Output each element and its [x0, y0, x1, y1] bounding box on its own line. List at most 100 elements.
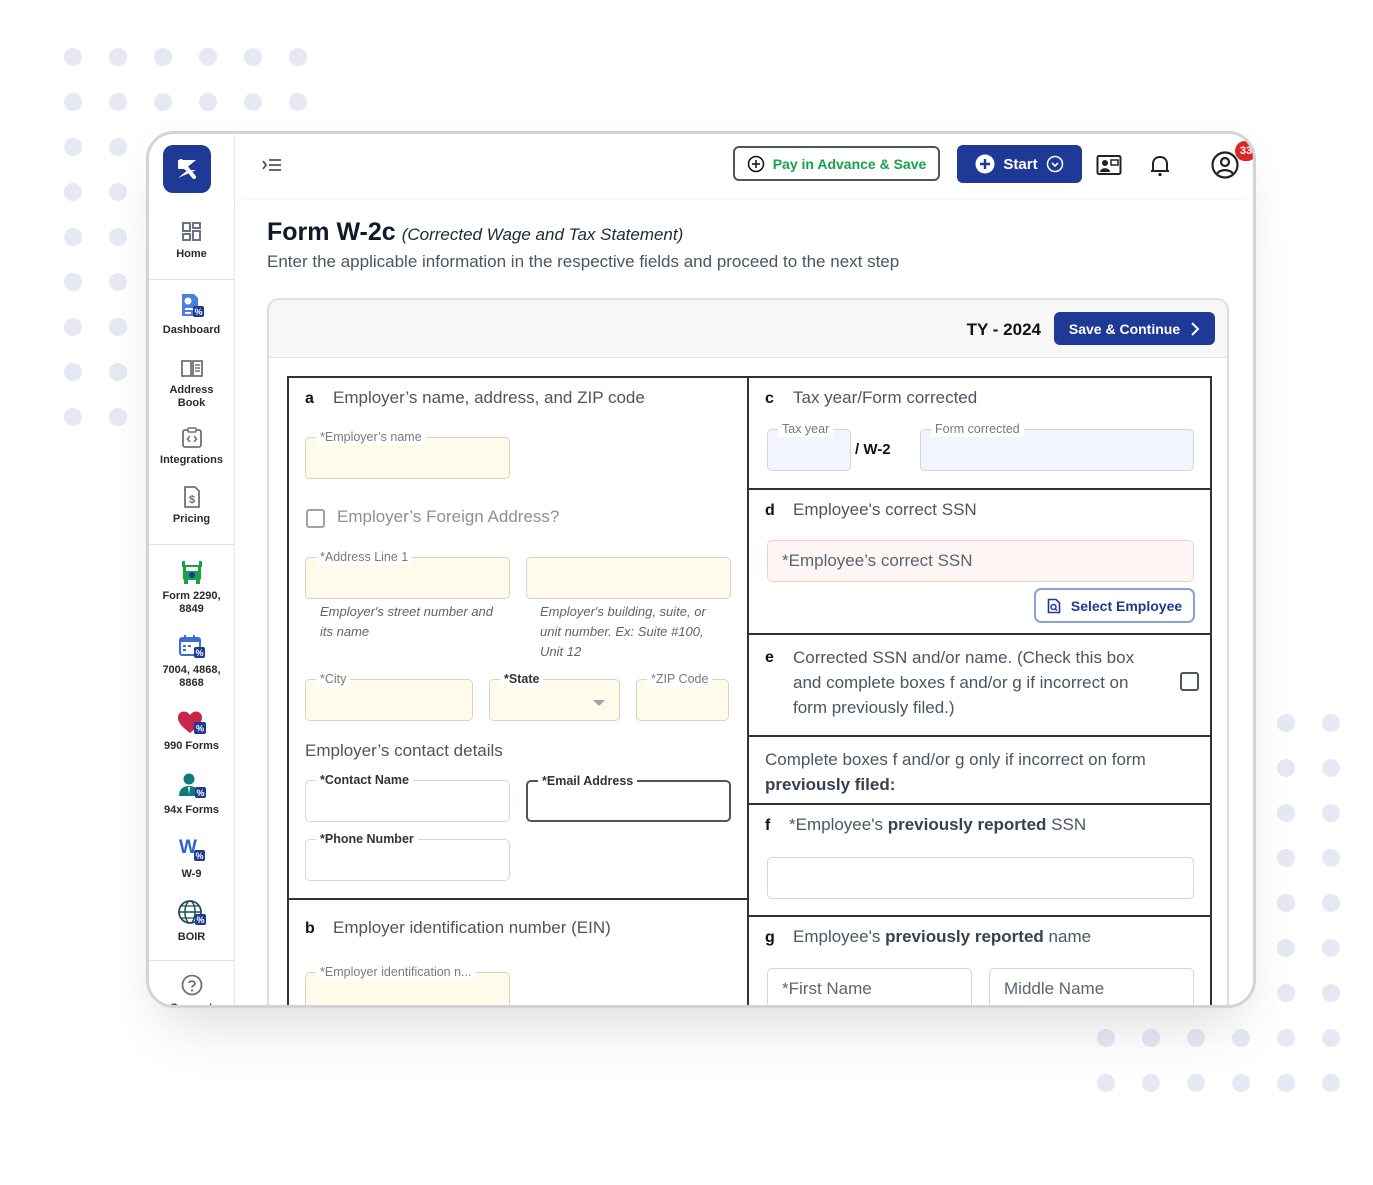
section-a-heading: a Employer’s name, address, and ZIP code: [305, 388, 645, 408]
previously-filed-note: Complete boxes f and/or g only if incorr…: [749, 737, 1210, 805]
section-letter: c: [765, 390, 774, 407]
sidebar-item-990-forms[interactable]: % 990 Forms: [149, 710, 234, 753]
field-label: *State: [500, 671, 544, 687]
start-label: Start: [1003, 155, 1038, 173]
decorative-dot: [1277, 894, 1295, 912]
decorative-dot: [1322, 804, 1340, 822]
foreign-address-label: Employer’s Foreign Address?: [337, 507, 560, 526]
decorative-dot: [1277, 849, 1295, 867]
foreign-address-checkbox[interactable]: [306, 509, 325, 528]
form-corrected-field[interactable]: Form corrected: [920, 421, 1194, 471]
sidebar-divider: [149, 279, 234, 280]
section-g: g Employee's previously reported name *Fi…: [749, 917, 1210, 1005]
tax-year-label: TY - 2024: [966, 320, 1041, 339]
profile-button[interactable]: [1211, 151, 1239, 179]
section-b: b Employer identification number (EIN) *E…: [289, 900, 747, 1005]
sidebar-item-address-book[interactable]: Address Book: [149, 356, 234, 410]
sidebar-item-dashboard[interactable]: % Dashboard: [149, 292, 234, 337]
decorative-dot: [1322, 759, 1340, 777]
chevron-down-circle-icon: [1046, 155, 1063, 173]
select-employee-button[interactable]: Select Employee: [1034, 588, 1195, 623]
contact-details-heading: Employer’s contact details: [305, 741, 503, 760]
section-title-suffix: name: [1048, 927, 1092, 946]
sidebar-item-form-2290[interactable]: Form 2290, 8849: [149, 558, 234, 616]
address-line-2-field[interactable]: [526, 557, 731, 599]
field-label: *Employer identification n...: [316, 964, 476, 980]
notifications-button[interactable]: [1146, 151, 1174, 179]
sidebar-item-94x-forms[interactable]: % 94x Forms: [149, 772, 234, 817]
decorative-dot: [154, 48, 172, 66]
corrected-ssn-name-checkbox[interactable]: [1180, 672, 1199, 691]
sidebar-item-w9[interactable]: W % W-9: [149, 836, 234, 881]
email-address-field[interactable]: *Email Address: [526, 773, 731, 822]
tax-year-field[interactable]: Tax year: [767, 421, 851, 471]
decorative-dot: [289, 48, 307, 66]
note-text: Complete boxes f and/or g only if incorr…: [765, 747, 1146, 797]
section-e-heading: e Corrected SSN and/or name. (Check this …: [765, 645, 1165, 721]
decorative-dot: [1277, 759, 1295, 777]
section-g-heading: g Employee's previously reported name: [765, 927, 1091, 947]
decorative-dot: [109, 138, 127, 156]
field-label: Form corrected: [931, 421, 1024, 437]
state-select[interactable]: *State: [489, 671, 620, 721]
integrations-icon: [181, 427, 202, 448]
start-button[interactable]: Start: [957, 145, 1082, 183]
contact-name-field[interactable]: *Contact Name: [305, 772, 510, 822]
help-icon: [181, 974, 202, 996]
sidebar-item-integrations[interactable]: Integrations: [149, 426, 234, 467]
app-logo[interactable]: [163, 145, 211, 193]
section-title: Corrected SSN and/or name. (Check this b…: [793, 648, 1135, 717]
chevron-right-icon: [1191, 321, 1200, 336]
field-label: *Employer’s name: [316, 429, 426, 445]
employer-name-field[interactable]: *Employer’s name: [305, 429, 510, 479]
decorative-dot: [64, 183, 82, 201]
field-placeholder: Middle Name: [1004, 979, 1105, 998]
sidebar-item-label: Support: [170, 1002, 213, 1008]
section-title: Employer’s name, address, and ZIP code: [333, 388, 645, 407]
form-title-subtitle: (Corrected Wage and Tax Statement): [401, 225, 684, 244]
sidebar-item-label: Integrations: [160, 454, 223, 466]
ein-field[interactable]: *Employer identification n...: [305, 964, 510, 1005]
sidebar-item-support[interactable]: Support: [149, 974, 234, 1008]
sidebar-item-pricing[interactable]: $ Pricing: [149, 485, 234, 526]
section-e: e Corrected SSN and/or name. (Check this …: [749, 635, 1210, 737]
form-w2-separator: / W-2: [855, 441, 891, 458]
sidebar-item-home[interactable]: Home: [149, 220, 234, 261]
city-field[interactable]: *City: [305, 671, 473, 721]
dashboard-icon: %: [181, 294, 204, 317]
form-column-right: c Tax year/Form corrected Tax year / W-2 …: [749, 378, 1210, 1005]
pay-in-advance-button[interactable]: Pay in Advance & Save: [733, 146, 940, 181]
section-letter: g: [765, 929, 775, 946]
section-c-heading: c Tax year/Form corrected: [765, 388, 977, 408]
sidebar-item-label: Pricing: [172, 513, 211, 525]
field-label: *Phone Number: [316, 831, 418, 847]
decorative-dot: [64, 48, 82, 66]
decorative-dot: [64, 363, 82, 381]
address-line-1-field[interactable]: *Address Line 1: [305, 549, 510, 599]
save-continue-button[interactable]: Save & Continue: [1054, 312, 1215, 345]
sidebar-item-label: BOIR: [177, 931, 206, 943]
zip-code-field[interactable]: *ZIP Code: [636, 671, 729, 721]
note-line: Complete boxes f and/or g only if incorr…: [765, 750, 1146, 769]
decorative-dot: [1232, 1029, 1250, 1047]
middle-name-field[interactable]: Middle Name: [989, 968, 1194, 1005]
sidebar-item-extensions[interactable]: % 7004, 4868, 8868: [149, 634, 234, 690]
sidebar-item-boir[interactable]: % BOIR: [149, 899, 234, 944]
field-placeholder: *First Name: [782, 979, 872, 998]
svg-text:%: %: [195, 851, 203, 861]
employee-correct-ssn-field[interactable]: *Employee’s correct SSN: [767, 540, 1194, 582]
phone-number-field[interactable]: *Phone Number: [305, 831, 510, 881]
decorative-dot: [109, 408, 127, 426]
section-title-bold: previously reported: [887, 815, 1047, 834]
truck-icon: [181, 561, 202, 584]
svg-text:$: $: [188, 494, 194, 506]
menu-toggle-icon[interactable]: [261, 154, 283, 176]
previous-ssn-field[interactable]: [767, 857, 1194, 899]
plus-circle-icon: [747, 155, 764, 172]
decorative-dot: [244, 93, 262, 111]
decorative-dot: [1232, 1074, 1250, 1092]
person-icon: %: [178, 773, 206, 798]
section-letter: e: [765, 649, 774, 666]
contact-card-button[interactable]: [1095, 151, 1123, 179]
first-name-field[interactable]: *First Name: [767, 968, 972, 1005]
